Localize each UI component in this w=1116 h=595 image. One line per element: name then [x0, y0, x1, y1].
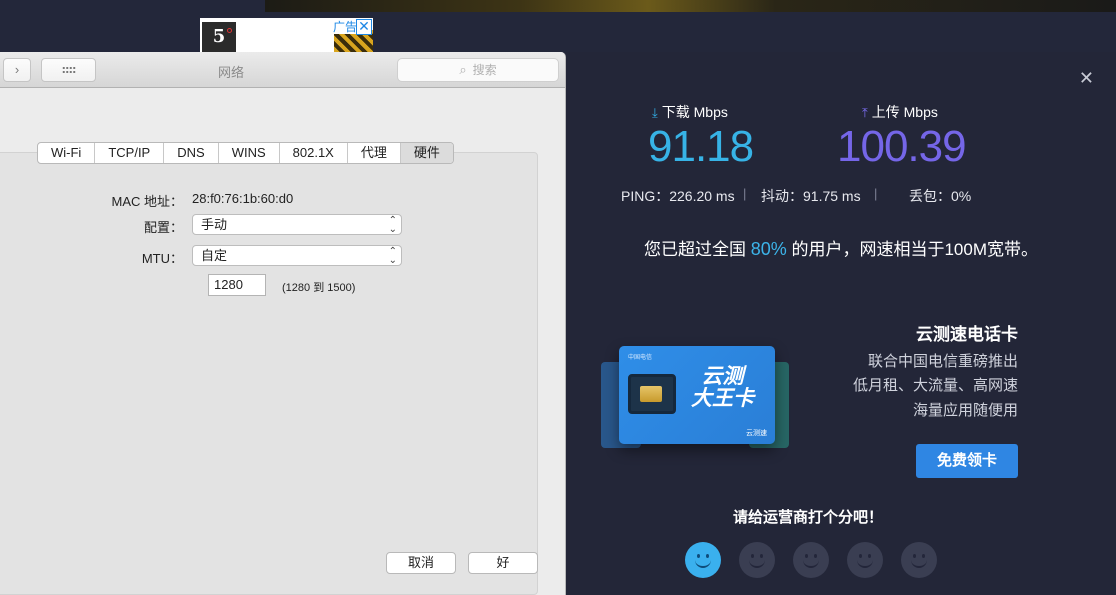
ok-button[interactable]: 好 [468, 552, 538, 574]
background-image-strip [265, 0, 1116, 12]
mac-address-value: 28:f0:76:1b:60:d0 [192, 191, 294, 206]
stat-separator: | [874, 186, 878, 201]
promo-title: 云测速电话卡 [916, 325, 1018, 344]
tab-wifi[interactable]: Wi-Fi [38, 143, 96, 163]
ad-logo: 5 [202, 22, 236, 52]
smiley-face-icon[interactable] [685, 542, 721, 578]
promo-line: 海量应用随便用 [912, 402, 1018, 419]
smiley-face-icon[interactable] [847, 542, 883, 578]
cancel-button[interactable]: 取消 [386, 552, 456, 574]
close-icon[interactable]: ✕ [1079, 68, 1094, 89]
speedtest-result-panel: ✕ ⤓ 下载 Mbps 91.18 ⤒ 上传 Mbps 100.39 PING：22… [566, 52, 1116, 595]
download-icon: ⤓ [652, 105, 658, 120]
config-select[interactable]: 手动 ⌃ ⌄ [192, 214, 402, 235]
mtu-label: MTU： [141, 251, 183, 266]
tab-proxy[interactable]: 代理 [348, 143, 401, 163]
jitter-stat: 抖动：91.75 ms [761, 188, 861, 204]
tab-8021x[interactable]: 802.1X [280, 143, 348, 163]
search-icon: ⌕ [459, 62, 467, 77]
network-preferences-window: › 网络 ⌕ 搜索 Wi-Fi TCP/IP DNS WINS 802.1X 代理… [0, 52, 566, 595]
tab-dns[interactable]: DNS [164, 143, 219, 163]
promo-line: 低月租、大流量、高网速 [852, 377, 1018, 394]
ad-close-icon[interactable]: ✕ [356, 19, 372, 35]
window-titlebar: › 网络 ⌕ 搜索 [0, 52, 565, 88]
updown-icon: ⌃ ⌄ [388, 246, 397, 266]
tab-tcpip[interactable]: TCP/IP [95, 143, 165, 163]
download-label: 下载 Mbps [661, 104, 728, 120]
mtu-select[interactable]: 自定 ⌃ ⌄ [192, 245, 402, 266]
smiley-face-icon[interactable] [901, 542, 937, 578]
smiley-face-icon[interactable] [793, 542, 829, 578]
promo-line: 联合中国电信重磅推出 [867, 353, 1018, 370]
upload-speed: 100.39 [837, 122, 967, 171]
mtu-input[interactable]: 1280 [208, 274, 266, 296]
rating-faces [685, 542, 937, 578]
sim-card-illustration: 中国电信 云测 大王卡 云测速 [601, 344, 791, 464]
smiley-face-icon[interactable] [739, 542, 775, 578]
search-field[interactable]: ⌕ 搜索 [397, 58, 559, 82]
stat-separator: | [743, 186, 747, 201]
tab-bar: Wi-Fi TCP/IP DNS WINS 802.1X 代理 硬件 [37, 142, 454, 164]
ad-banner[interactable]: 5 广告 ✕ [200, 18, 373, 52]
card-brand: 云测速 [746, 430, 767, 437]
tab-hardware[interactable]: 硬件 [400, 143, 453, 163]
upload-label: 上传 Mbps [871, 104, 938, 120]
chip-icon [640, 386, 662, 402]
mtu-mode-value: 自定 [201, 248, 228, 263]
ad-label: 广告 [331, 20, 360, 34]
card-title: 云测 大王卡 [691, 365, 754, 410]
percentile-value: 80% [750, 239, 787, 259]
sim-card: 中国电信 云测 大王卡 云测速 [619, 346, 775, 444]
updown-icon: ⌃ ⌄ [388, 215, 397, 235]
packet-loss-stat: 丢包：0% [909, 188, 972, 204]
tab-wins[interactable]: WINS [219, 143, 280, 163]
upload-icon: ⤒ [862, 105, 868, 120]
download-header: ⤓ 下载 Mbps [652, 102, 728, 122]
carrier-logo: 中国电信 [628, 355, 653, 361]
speed-summary: 您已超过全国 80% 的用户，网速相当于100M宽带。 [643, 239, 1038, 259]
config-value: 手动 [201, 217, 228, 232]
ping-stat: PING：226.20 ms [621, 188, 735, 204]
mac-address-label: MAC 地址： [111, 194, 183, 209]
upload-header: ⤒ 上传 Mbps [862, 102, 938, 122]
free-card-button[interactable]: 免费领卡 [916, 444, 1018, 478]
search-placeholder: 搜索 [472, 63, 497, 77]
download-speed: 91.18 [648, 122, 754, 171]
mtu-range-hint: (1280 到 1500) [282, 282, 356, 294]
rating-prompt: 请给运营商打个分吧！ [732, 509, 883, 526]
config-label: 配置： [143, 220, 183, 235]
window-title: 网络 [217, 65, 244, 80]
